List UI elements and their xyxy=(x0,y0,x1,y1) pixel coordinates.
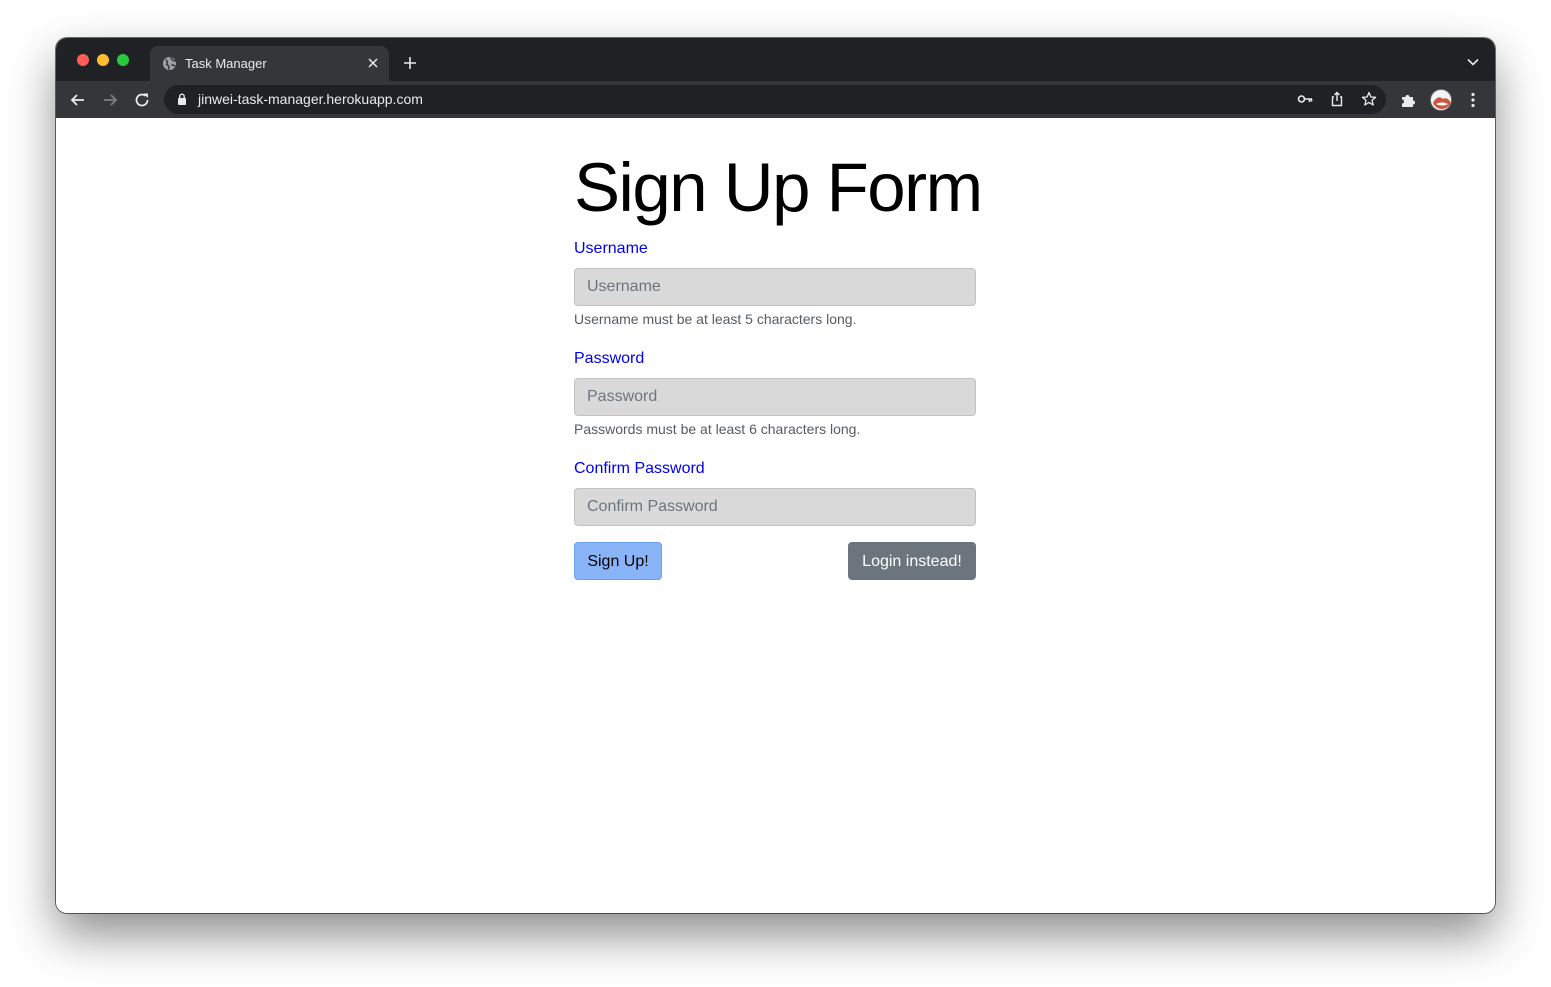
back-arrow-icon[interactable] xyxy=(69,91,87,109)
browser-toolbar: jinwei-task-manager.herokuapp.com xyxy=(56,81,1495,118)
browser-window: Task Manager jinwei-task-manager.herokua… xyxy=(56,38,1495,913)
star-icon[interactable] xyxy=(1361,91,1377,107)
kebab-menu-icon[interactable] xyxy=(1464,91,1482,109)
confirm-password-label: Confirm Password xyxy=(574,460,705,477)
close-tab-icon[interactable] xyxy=(367,57,379,69)
key-icon[interactable] xyxy=(1297,91,1313,107)
share-icon[interactable] xyxy=(1329,91,1345,107)
lock-icon[interactable] xyxy=(177,93,187,105)
tab-strip: Task Manager xyxy=(56,38,1495,81)
globe-icon xyxy=(162,56,177,71)
forward-arrow-icon[interactable] xyxy=(101,91,119,109)
reload-icon[interactable] xyxy=(133,91,151,109)
chevron-down-icon[interactable] xyxy=(1467,58,1479,66)
address-bar[interactable]: jinwei-task-manager.herokuapp.com xyxy=(164,85,1386,114)
password-help-text: Passwords must be at least 6 characters … xyxy=(574,421,861,437)
username-input[interactable] xyxy=(574,268,976,306)
window-maximize-button[interactable] xyxy=(117,54,129,66)
page-title: Sign Up Form xyxy=(574,149,983,226)
password-input[interactable] xyxy=(574,378,976,416)
tab-title: Task Manager xyxy=(185,56,267,71)
window-close-button[interactable] xyxy=(77,54,89,66)
puzzle-icon[interactable] xyxy=(1399,91,1417,109)
confirm-password-input[interactable] xyxy=(574,488,976,526)
page-content: Sign Up Form Username Username must be a… xyxy=(56,118,1495,913)
username-help-text: Username must be at least 5 characters l… xyxy=(574,311,857,327)
browser-tab[interactable]: Task Manager xyxy=(150,46,389,81)
login-instead-button[interactable]: Login instead! xyxy=(848,542,976,580)
signup-button[interactable]: Sign Up! xyxy=(574,542,662,580)
url-text: jinwei-task-manager.herokuapp.com xyxy=(198,91,423,107)
password-label: Password xyxy=(574,350,645,367)
username-label: Username xyxy=(574,240,648,257)
new-tab-icon[interactable] xyxy=(403,56,417,70)
window-minimize-button[interactable] xyxy=(97,54,109,66)
avatar[interactable] xyxy=(1430,89,1452,111)
